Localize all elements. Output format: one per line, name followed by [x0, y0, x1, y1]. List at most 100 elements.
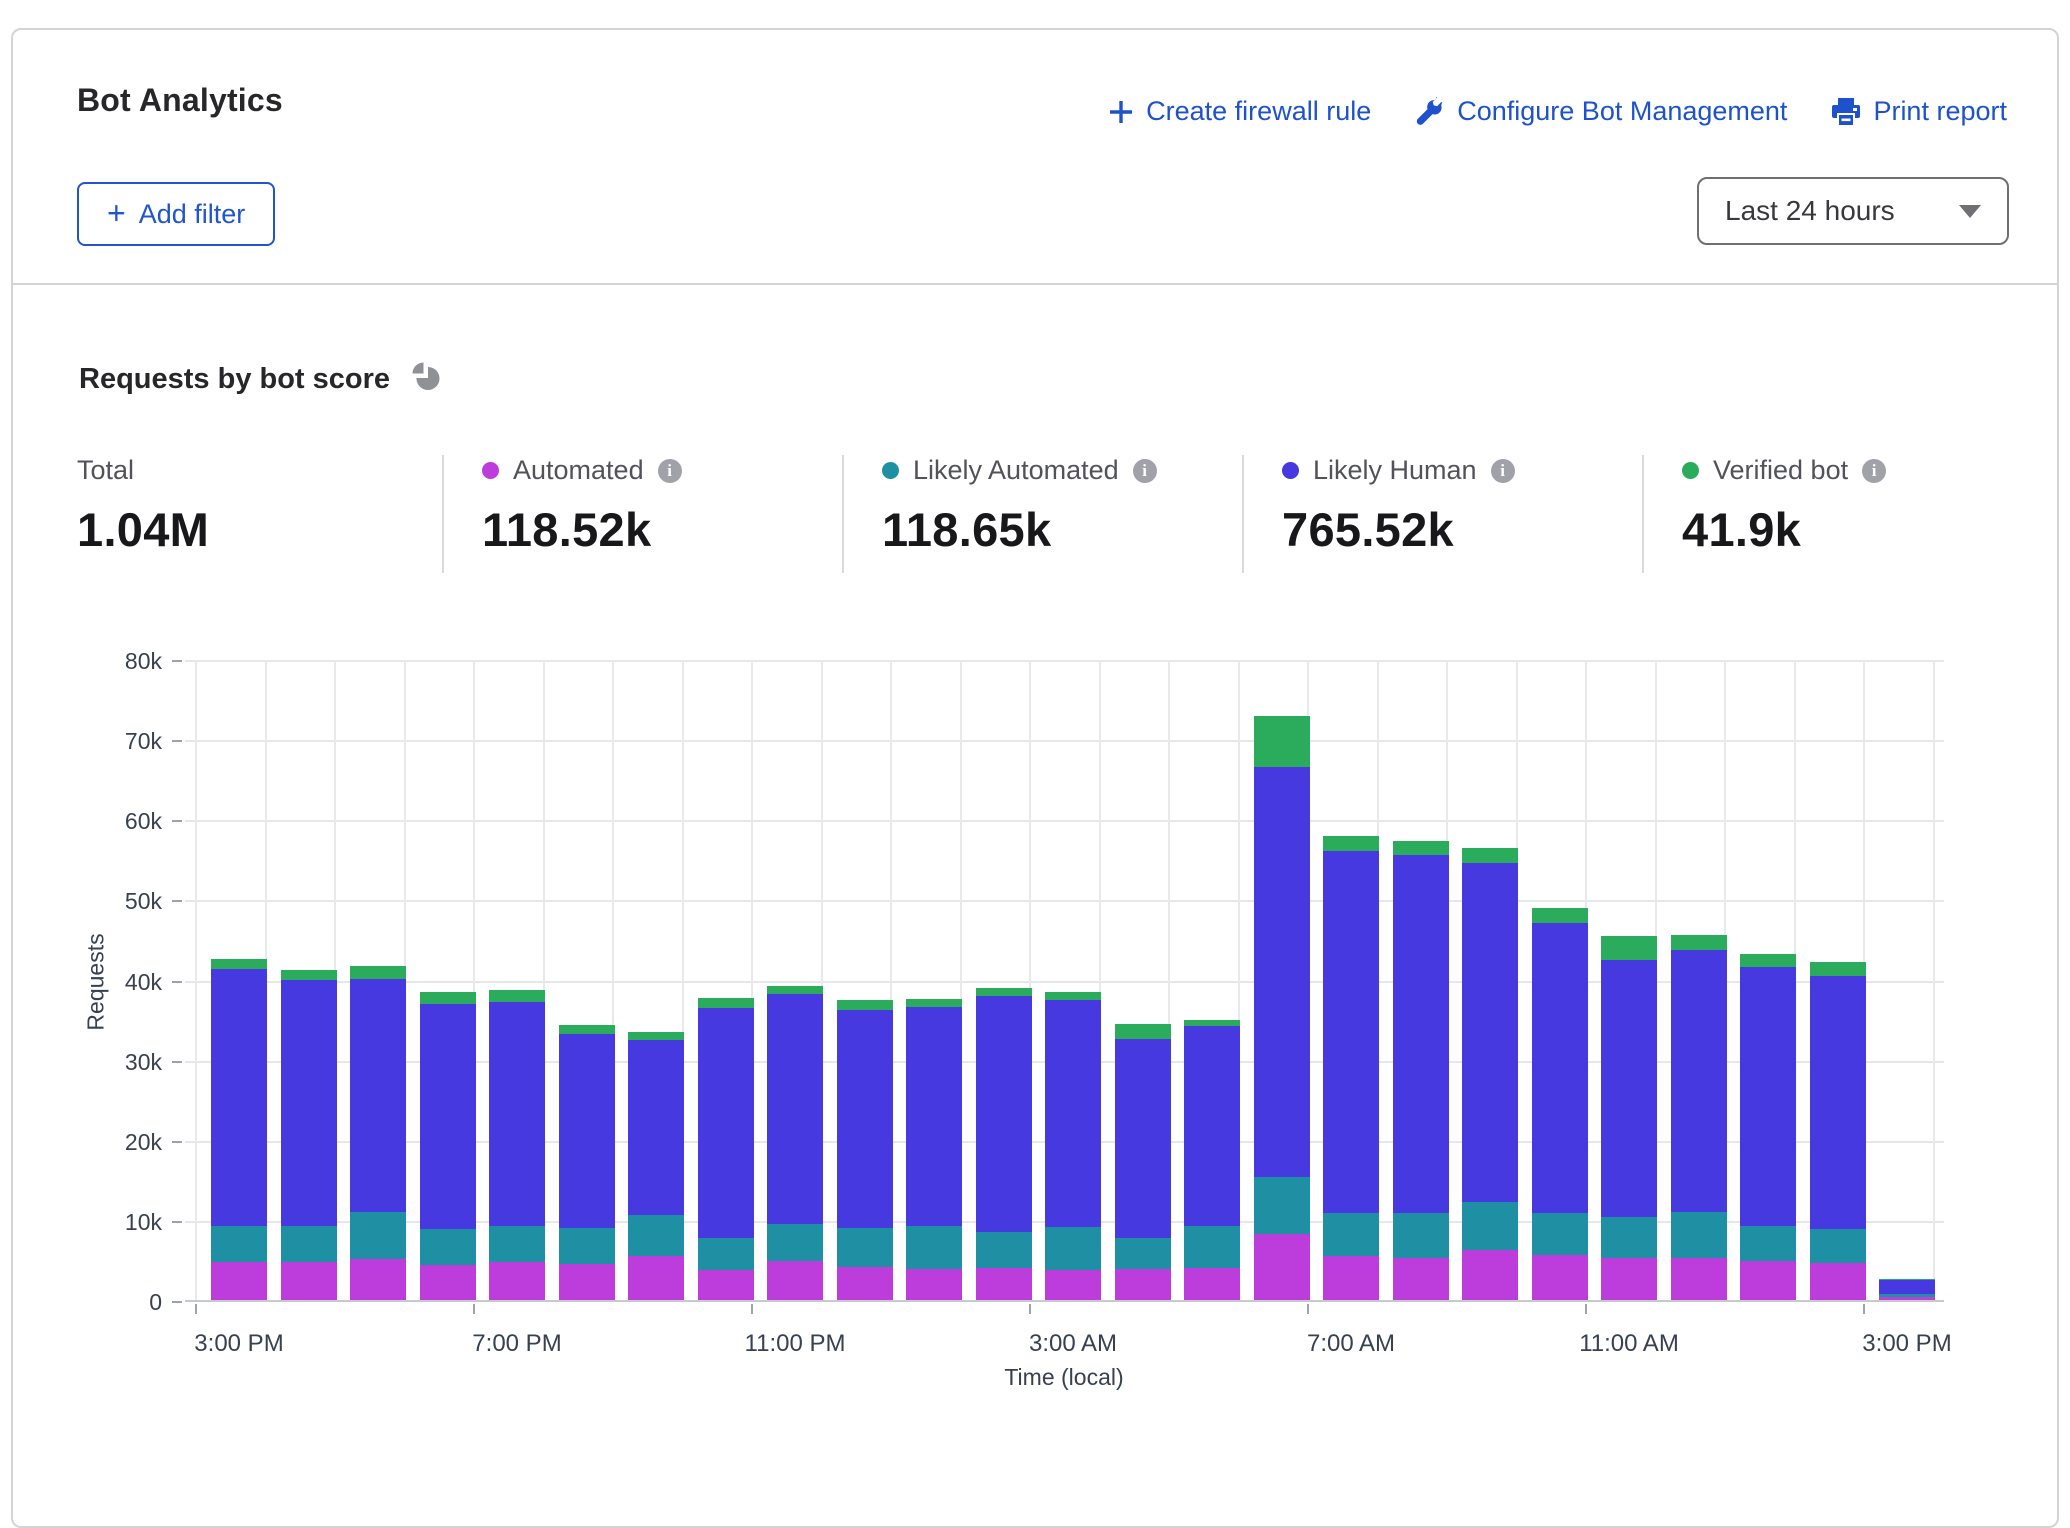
bar-segment-verified-bot[interactable] [1810, 962, 1866, 976]
bar-300am[interactable] [1045, 992, 1101, 1300]
bar-segment-automated[interactable] [1879, 1297, 1935, 1300]
bar-segment-likely-human[interactable] [281, 980, 337, 1225]
bar-segment-verified-bot[interactable] [559, 1025, 615, 1034]
bar-segment-automated[interactable] [906, 1269, 962, 1300]
bar-segment-likely-human[interactable] [489, 1002, 545, 1226]
bar-segment-verified-bot[interactable] [281, 970, 337, 980]
bar-segment-automated[interactable] [211, 1262, 267, 1300]
bar-segment-likely-automated[interactable] [1810, 1229, 1866, 1263]
bar-segment-verified-bot[interactable] [698, 998, 754, 1008]
bar-segment-likely-automated[interactable] [420, 1229, 476, 1265]
bar-500pm[interactable] [350, 966, 406, 1300]
bar-200pm[interactable] [1810, 962, 1866, 1300]
bar-segment-likely-human[interactable] [1462, 863, 1518, 1203]
bar-segment-likely-human[interactable] [211, 969, 267, 1225]
bar-segment-automated[interactable] [350, 1259, 406, 1300]
bar-segment-likely-automated[interactable] [559, 1228, 615, 1264]
bar-800pm[interactable] [559, 1025, 615, 1300]
bar-segment-automated[interactable] [1462, 1250, 1518, 1300]
bar-segment-likely-human[interactable] [350, 979, 406, 1212]
info-icon[interactable]: i [1862, 459, 1886, 483]
bar-segment-likely-automated[interactable] [767, 1224, 823, 1261]
add-filter-button[interactable]: + Add filter [77, 182, 275, 246]
bar-900pm[interactable] [628, 1032, 684, 1300]
bar-segment-likely-human[interactable] [1601, 960, 1657, 1217]
bar-segment-likely-human[interactable] [837, 1010, 893, 1228]
bar-segment-likely-automated[interactable] [489, 1226, 545, 1263]
bar-200am[interactable] [976, 988, 1032, 1300]
bar-segment-likely-automated[interactable] [906, 1226, 962, 1268]
bar-segment-likely-human[interactable] [1184, 1026, 1240, 1226]
bar-segment-likely-human[interactable] [1254, 767, 1310, 1177]
bar-segment-verified-bot[interactable] [1045, 992, 1101, 999]
bar-segment-automated[interactable] [698, 1270, 754, 1300]
bar-segment-likely-automated[interactable] [976, 1232, 1032, 1268]
bar-segment-automated[interactable] [1254, 1234, 1310, 1301]
bar-segment-likely-automated[interactable] [281, 1226, 337, 1262]
bar-segment-likely-human[interactable] [1740, 967, 1796, 1227]
bar-700am[interactable] [1323, 836, 1379, 1300]
bar-segment-likely-automated[interactable] [1532, 1213, 1588, 1255]
bar-segment-likely-human[interactable] [1323, 851, 1379, 1213]
bar-segment-verified-bot[interactable] [350, 966, 406, 979]
bar-500am[interactable] [1184, 1020, 1240, 1300]
bar-segment-automated[interactable] [559, 1264, 615, 1300]
bar-100pm[interactable] [1740, 954, 1796, 1300]
bar-segment-likely-automated[interactable] [211, 1226, 267, 1262]
bar-segment-automated[interactable] [1184, 1268, 1240, 1300]
bar-1200pm[interactable] [1671, 935, 1727, 1300]
bar-segment-verified-bot[interactable] [906, 999, 962, 1007]
configure-bot-management-link[interactable]: Configure Bot Management [1415, 96, 1787, 127]
bar-segment-verified-bot[interactable] [1115, 1024, 1171, 1038]
bar-segment-automated[interactable] [1740, 1261, 1796, 1300]
bar-700pm[interactable] [489, 990, 545, 1300]
time-range-select[interactable]: Last 24 hours [1697, 177, 2009, 245]
bar-segment-verified-bot[interactable] [1462, 848, 1518, 862]
bar-segment-verified-bot[interactable] [1740, 954, 1796, 967]
bar-segment-likely-human[interactable] [1532, 923, 1588, 1213]
info-icon[interactable]: i [1133, 459, 1157, 483]
bar-segment-likely-automated[interactable] [1184, 1226, 1240, 1268]
bar-segment-automated[interactable] [1393, 1258, 1449, 1300]
bar-segment-verified-bot[interactable] [1254, 716, 1310, 767]
bar-600am[interactable] [1254, 716, 1310, 1300]
bar-segment-automated[interactable] [1532, 1255, 1588, 1300]
bar-segment-automated[interactable] [1323, 1256, 1379, 1300]
bar-segment-likely-automated[interactable] [837, 1228, 893, 1267]
bar-segment-verified-bot[interactable] [767, 986, 823, 994]
bar-segment-likely-automated[interactable] [1323, 1213, 1379, 1255]
bar-segment-verified-bot[interactable] [211, 959, 267, 969]
bar-segment-likely-automated[interactable] [1115, 1238, 1171, 1269]
bar-segment-verified-bot[interactable] [976, 988, 1032, 995]
bar-segment-automated[interactable] [1601, 1258, 1657, 1300]
bar-1100am[interactable] [1601, 936, 1657, 1300]
bar-segment-automated[interactable] [1045, 1270, 1101, 1300]
bar-segment-verified-bot[interactable] [628, 1032, 684, 1040]
bar-segment-likely-human[interactable] [1810, 976, 1866, 1228]
bar-segment-likely-human[interactable] [1045, 1000, 1101, 1228]
bar-segment-likely-human[interactable] [976, 996, 1032, 1232]
bar-300pm[interactable] [211, 959, 267, 1300]
bar-100am[interactable] [906, 999, 962, 1300]
bar-segment-likely-human[interactable] [906, 1007, 962, 1227]
bar-segment-automated[interactable] [1810, 1263, 1866, 1300]
bar-segment-automated[interactable] [837, 1267, 893, 1300]
bar-segment-likely-automated[interactable] [1462, 1202, 1518, 1249]
bar-1000am[interactable] [1532, 908, 1588, 1300]
bar-1100pm[interactable] [767, 986, 823, 1300]
bar-segment-likely-automated[interactable] [350, 1212, 406, 1259]
bar-600pm[interactable] [420, 992, 476, 1300]
bar-segment-verified-bot[interactable] [1393, 841, 1449, 855]
bar-900am[interactable] [1462, 848, 1518, 1300]
bar-segment-likely-human[interactable] [628, 1040, 684, 1215]
bar-segment-likely-automated[interactable] [1254, 1177, 1310, 1233]
bar-segment-likely-automated[interactable] [628, 1215, 684, 1256]
bar-1000pm[interactable] [698, 998, 754, 1300]
bar-1200am[interactable] [837, 1000, 893, 1300]
bar-segment-verified-bot[interactable] [1671, 935, 1727, 949]
bar-segment-automated[interactable] [1671, 1258, 1727, 1300]
bar-segment-likely-human[interactable] [698, 1008, 754, 1238]
bar-segment-verified-bot[interactable] [420, 992, 476, 1004]
bar-300pm[interactable] [1879, 1279, 1935, 1300]
info-icon[interactable]: i [1491, 459, 1515, 483]
